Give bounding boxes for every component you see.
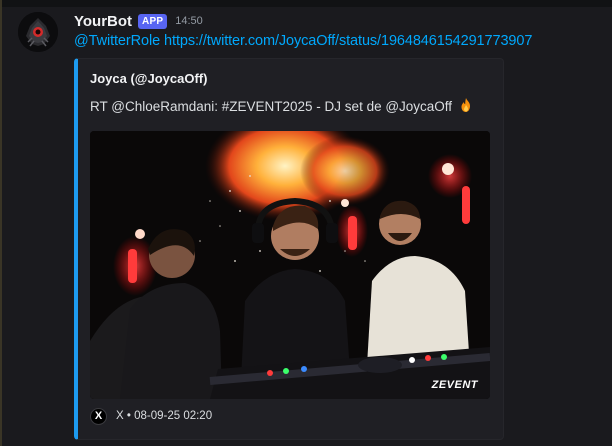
- tweet-link[interactable]: https://twitter.com/JoycaOff/status/1964…: [164, 33, 532, 49]
- fire-icon: [461, 98, 470, 112]
- embed-image[interactable]: ZEVENT: [90, 131, 490, 399]
- top-strip: [0, 0, 612, 7]
- message-content: @TwitterRole https://twitter.com/JoycaOff…: [74, 33, 532, 49]
- username[interactable]: YourBot: [74, 13, 132, 30]
- tweet-embed: Joyca (@JoycaOff) RT @ChloeRamdani: #ZEV…: [74, 58, 504, 440]
- embed-footer: X X • 08-09-25 02:20: [90, 407, 212, 425]
- message-header: YourBot APP 14:50: [74, 12, 203, 30]
- message-timestamp[interactable]: 14:50: [175, 15, 203, 27]
- image-watermark: ZEVENT: [431, 379, 478, 391]
- role-mention[interactable]: @TwitterRole: [74, 33, 160, 49]
- message-highlight-rail: [0, 0, 2, 446]
- dj-set-photo: [90, 131, 490, 399]
- embed-footer-text: X • 08-09-25 02:20: [116, 410, 213, 422]
- x-logo-icon: X: [90, 407, 107, 425]
- embed-author[interactable]: Joyca (@JoycaOff): [90, 71, 207, 86]
- avatar-image: [18, 12, 58, 52]
- embed-description: RT @ChloeRamdani: #ZEVENT2025 - DJ set d…: [90, 97, 474, 114]
- embed-description-text: RT @ChloeRamdani: #ZEVENT2025 - DJ set d…: [90, 99, 453, 114]
- bot-avatar[interactable]: [18, 12, 58, 52]
- app-badge: APP: [138, 13, 168, 29]
